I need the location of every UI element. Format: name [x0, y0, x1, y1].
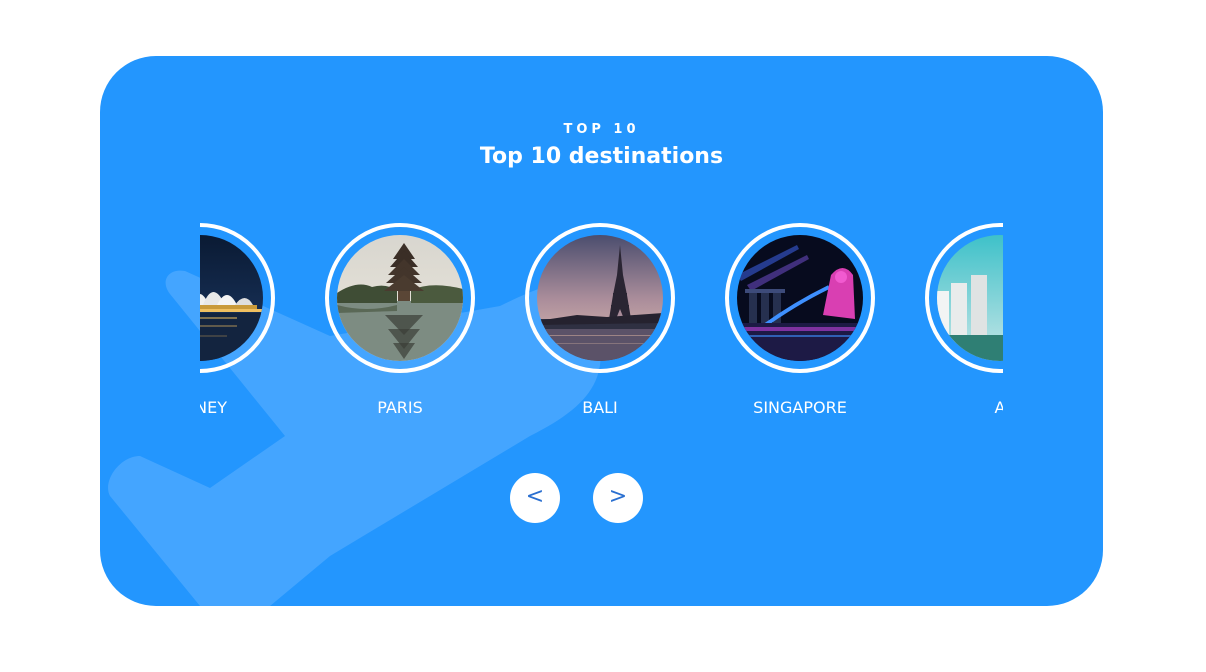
destination-slide-sydney[interactable]: YDNEY: [200, 216, 300, 436]
previous-button[interactable]: <: [510, 473, 560, 523]
next-button[interactable]: >: [593, 473, 643, 523]
temple-lake-photo: [337, 235, 463, 361]
destination-label: PARIS: [377, 398, 423, 417]
destination-slide-bali[interactable]: BALI: [500, 216, 700, 436]
destination-label: A: [994, 398, 1003, 417]
chevron-left-icon: <: [525, 484, 545, 509]
section-title: Top 10 destinations: [479, 144, 724, 169]
section-eyebrow: TOP 10: [563, 122, 640, 137]
destination-slide-paris[interactable]: PARIS: [300, 216, 500, 436]
destinations-card: TOP 10 Top 10 destinations NEY PARIS BAL…: [100, 56, 1103, 606]
destination-slide-next[interactable]: A: [900, 216, 1003, 436]
merlion-marina-bay-photo: [737, 235, 863, 361]
chevron-right-icon: >: [608, 484, 628, 509]
destination-label: SINGAPORE: [753, 398, 847, 417]
eiffel-tower-photo: [537, 235, 663, 361]
destination-slide-singapore[interactable]: SINGAPORE: [700, 216, 900, 436]
destination-label: BALI: [582, 398, 618, 417]
destination-label: YDNEY: [200, 398, 227, 417]
destinations-carousel: YDNEY: [200, 216, 1003, 436]
